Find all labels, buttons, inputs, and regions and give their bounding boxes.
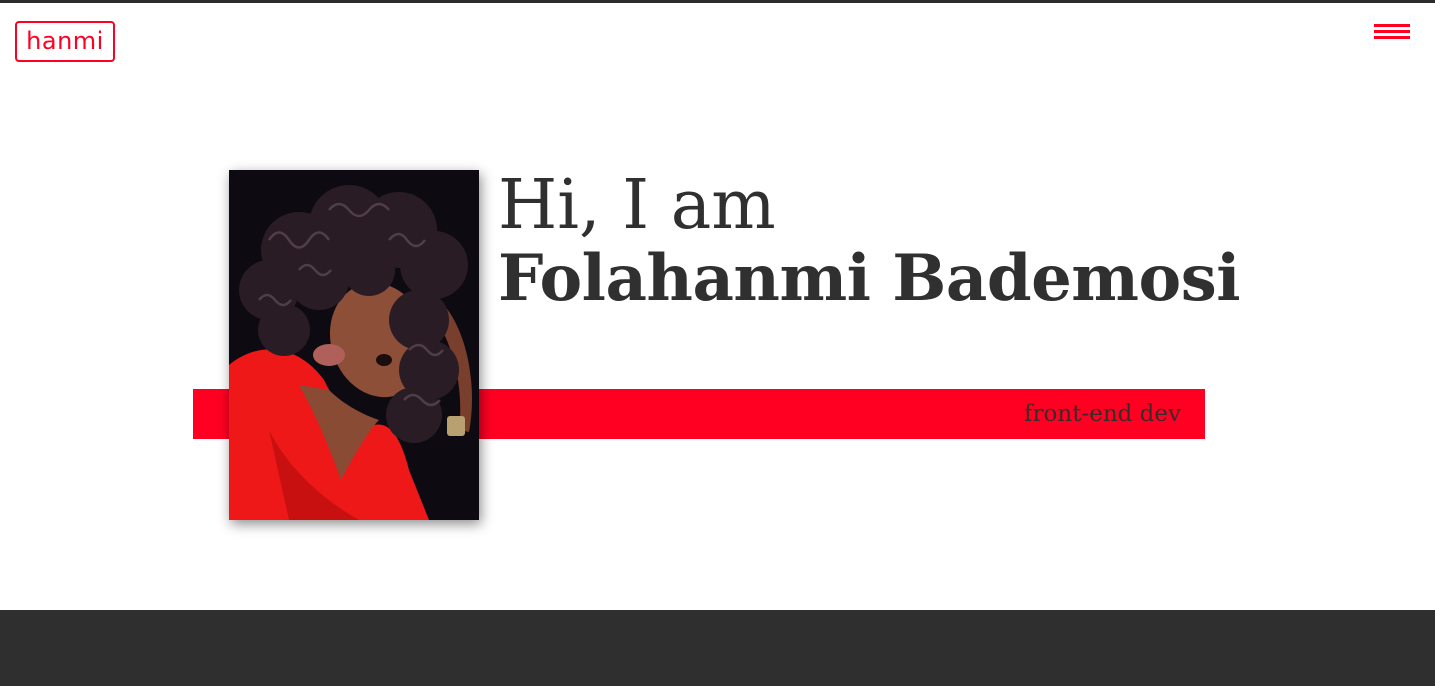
top-border [0, 0, 1435, 3]
hamburger-icon [1374, 24, 1410, 27]
portrait-photo [229, 170, 479, 520]
role-label: front-end dev [1024, 401, 1181, 427]
portrait-illustration [229, 170, 479, 520]
greeting-text: Hi, I am [498, 166, 776, 245]
hamburger-icon-bar [1374, 36, 1410, 39]
hamburger-icon-bar [1374, 30, 1410, 33]
page-title: Folahanmi Bademosi [498, 241, 1241, 316]
logo[interactable]: hanmi [15, 21, 115, 62]
footer [0, 610, 1435, 686]
logo-text: hanmi [26, 27, 104, 55]
menu-button[interactable] [1372, 22, 1412, 42]
